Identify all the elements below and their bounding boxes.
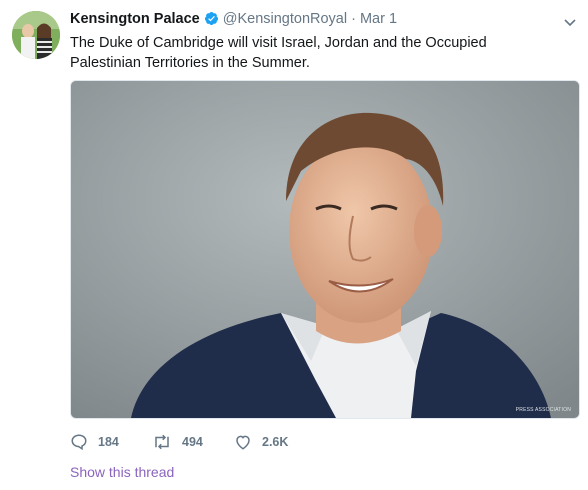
verified-badge-icon [204, 11, 219, 30]
show-thread-link[interactable]: Show this thread [70, 464, 174, 480]
chevron-down-icon[interactable] [564, 14, 576, 32]
tweet-date[interactable]: Mar 1 [360, 11, 397, 27]
retweet-icon [155, 434, 169, 450]
reply-icon [71, 434, 87, 451]
like-count: 2.6K [262, 435, 289, 449]
tweet-text: The Duke of Cambridge will visit Israel,… [70, 35, 487, 71]
tweet-card[interactable]: Kensington Palace @KensingtonRoyal · Mar 1 … [0, 0, 588, 490]
avatar[interactable] [12, 11, 60, 59]
tweet-actions: 184 494 2.6K [70, 432, 470, 452]
retweet-button[interactable]: 494 [152, 432, 203, 452]
tweet-media-photo[interactable]: PRESS ASSOCIATION [70, 80, 580, 419]
heart-icon [236, 435, 250, 450]
reply-count: 184 [98, 435, 119, 449]
user-handle[interactable]: @KensingtonRoyal [223, 11, 347, 27]
retweet-count: 494 [182, 435, 203, 449]
tweet-header: Kensington Palace @KensingtonRoyal · Mar 1 [70, 11, 558, 31]
display-name[interactable]: Kensington Palace [70, 11, 200, 27]
media-credit: PRESS ASSOCIATION [515, 407, 571, 413]
header-separator: · [351, 11, 356, 27]
reply-button[interactable]: 184 [70, 432, 119, 452]
like-button[interactable]: 2.6K [234, 432, 288, 452]
